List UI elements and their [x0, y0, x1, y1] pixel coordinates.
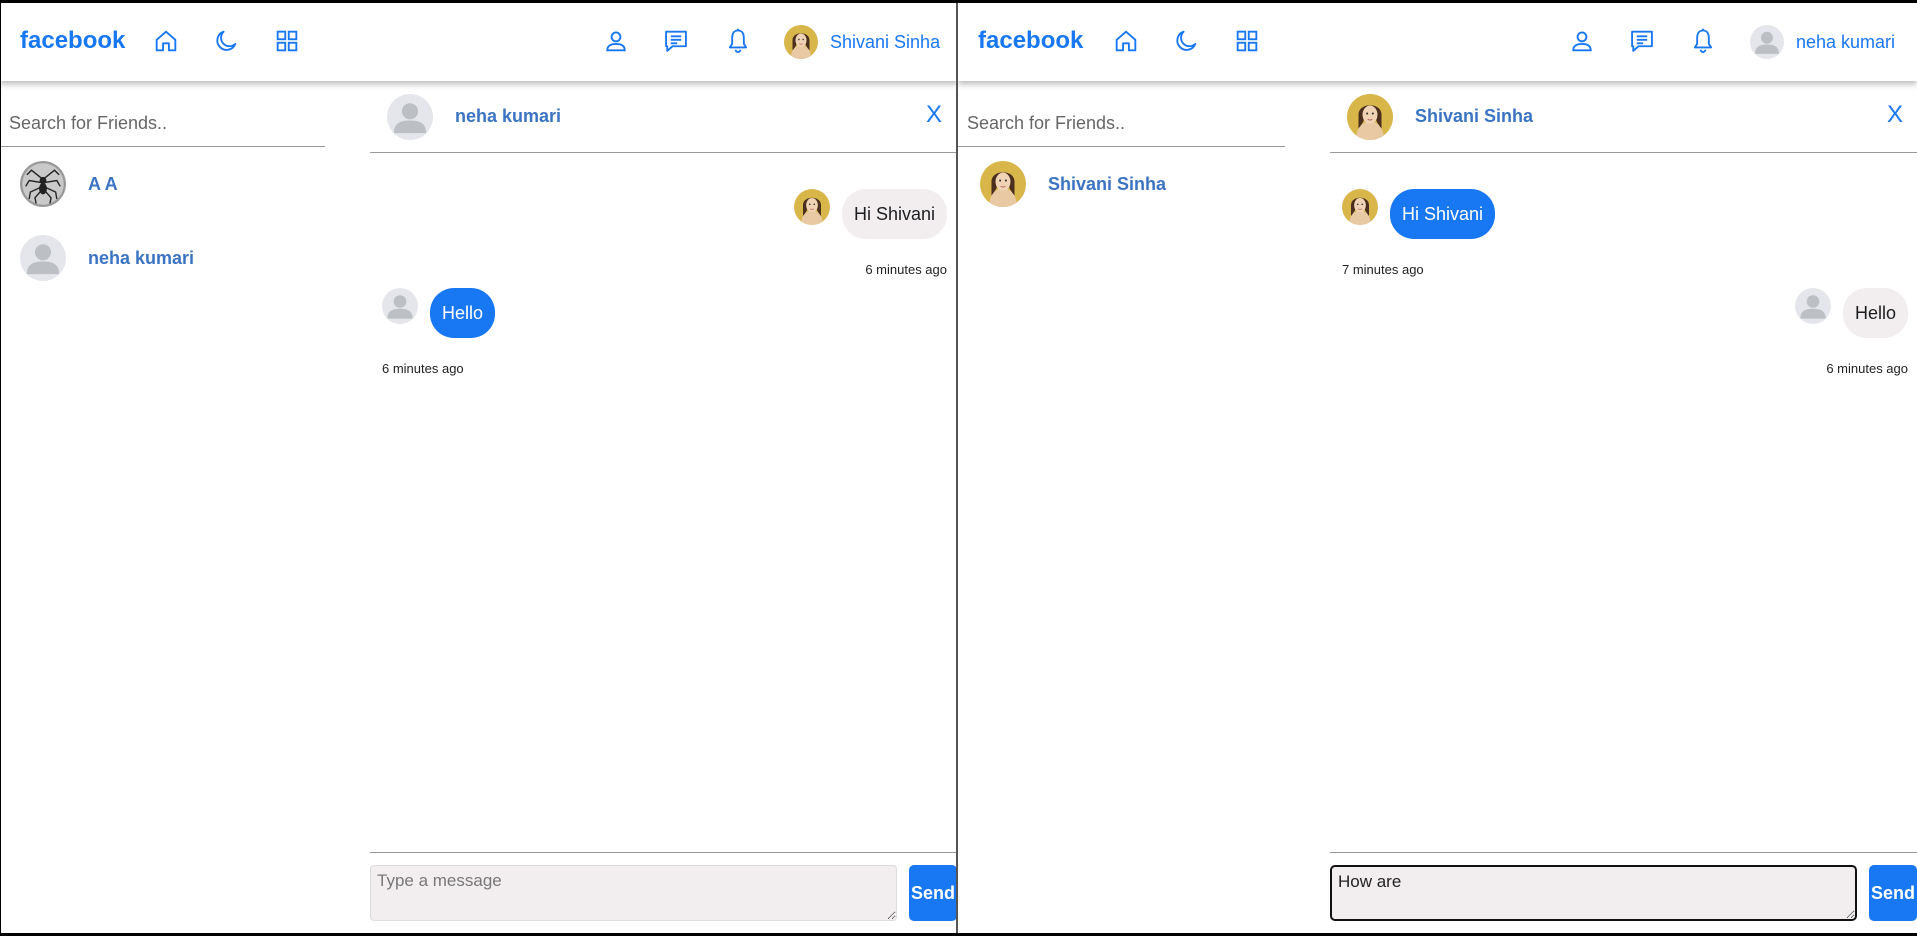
chat-window: Shivani Sinha X Hi Shivani 7 minutes ago…: [1330, 81, 1917, 933]
bell-icon[interactable]: [724, 27, 752, 55]
friend-item[interactable]: A A: [20, 160, 118, 208]
message-composer: Send: [370, 852, 957, 933]
message-bubble: Hi Shivani: [1390, 189, 1496, 239]
profile-chip[interactable]: Shivani Sinha: [784, 24, 940, 60]
chat-contact-name[interactable]: neha kumari: [455, 106, 561, 127]
chat-icon[interactable]: [1628, 27, 1656, 55]
home-icon[interactable]: [1112, 27, 1140, 55]
search-bar: [0, 101, 325, 147]
message-own: Hi Shivani: [794, 189, 947, 239]
window-frame-top: [0, 0, 1917, 3]
message-incoming: Hi Shivani: [1342, 189, 1496, 239]
message-incoming: Hello: [382, 288, 496, 338]
close-chat-button[interactable]: X: [1887, 101, 1903, 129]
friend-name: neha kumari: [88, 247, 195, 268]
navbar: facebook neha kumari: [958, 3, 1917, 81]
avatar: [20, 161, 66, 207]
logo[interactable]: facebook: [978, 27, 1083, 55]
friend-item[interactable]: Shivani Sinha: [980, 160, 1166, 208]
message-own: Hello: [1795, 288, 1908, 338]
send-button[interactable]: Send: [909, 865, 957, 921]
avatar: [1347, 94, 1393, 140]
message-time: 7 minutes ago: [1342, 262, 1424, 277]
message-composer: How are Send: [1330, 852, 1917, 933]
logo[interactable]: facebook: [20, 27, 125, 55]
avatar: [1750, 25, 1784, 59]
message-time: 6 minutes ago: [382, 361, 464, 376]
bell-icon[interactable]: [1689, 27, 1717, 55]
friend-name: Shivani Sinha: [1048, 173, 1167, 194]
grid-icon[interactable]: [273, 27, 301, 55]
friend-item[interactable]: neha kumari: [20, 234, 194, 282]
person-icon[interactable]: [1568, 27, 1596, 55]
search-input[interactable]: [0, 101, 325, 146]
chat-icon[interactable]: [662, 27, 690, 55]
message-input[interactable]: [370, 865, 897, 921]
user-name: neha kumari: [1796, 31, 1896, 52]
moon-icon[interactable]: [1172, 27, 1200, 55]
search-bar: [958, 101, 1285, 147]
window-frame-left: [0, 0, 1, 936]
right-browser-pane: facebook neha kumari Shivani Sinha: [958, 3, 1917, 933]
close-chat-button[interactable]: X: [926, 101, 942, 129]
avatar: [20, 235, 66, 281]
search-input[interactable]: [958, 101, 1285, 146]
navbar: facebook Shivani Sinha: [0, 3, 958, 81]
chat-header: Shivani Sinha X: [1330, 81, 1917, 153]
left-browser-pane: facebook Shivani Sinha A A neha: [0, 3, 958, 933]
message-time: 6 minutes ago: [865, 262, 947, 277]
avatar: [784, 25, 818, 59]
grid-icon[interactable]: [1233, 27, 1261, 55]
chat-window: neha kumari X Hi Shivani 6 minutes ago H…: [370, 81, 957, 933]
home-icon[interactable]: [152, 27, 180, 55]
chat-header: neha kumari X: [370, 81, 956, 153]
person-icon[interactable]: [602, 27, 630, 55]
message-bubble: Hello: [430, 288, 496, 338]
friend-name: A A: [88, 173, 118, 194]
avatar: [1795, 288, 1831, 324]
avatar: [382, 288, 418, 324]
message-bubble: Hello: [1842, 288, 1908, 338]
avatar: [980, 161, 1026, 207]
avatar: [387, 94, 433, 140]
send-button[interactable]: Send: [1869, 865, 1917, 921]
message-time: 6 minutes ago: [1826, 361, 1908, 376]
profile-chip[interactable]: neha kumari: [1750, 24, 1895, 60]
moon-icon[interactable]: [212, 27, 240, 55]
avatar: [1342, 189, 1378, 225]
avatar: [794, 189, 830, 225]
message-bubble: Hi Shivani: [841, 189, 947, 239]
message-input[interactable]: How are: [1330, 865, 1857, 921]
user-name: Shivani Sinha: [830, 31, 941, 52]
pane-divider: [956, 0, 958, 936]
chat-contact-name[interactable]: Shivani Sinha: [1415, 106, 1533, 127]
